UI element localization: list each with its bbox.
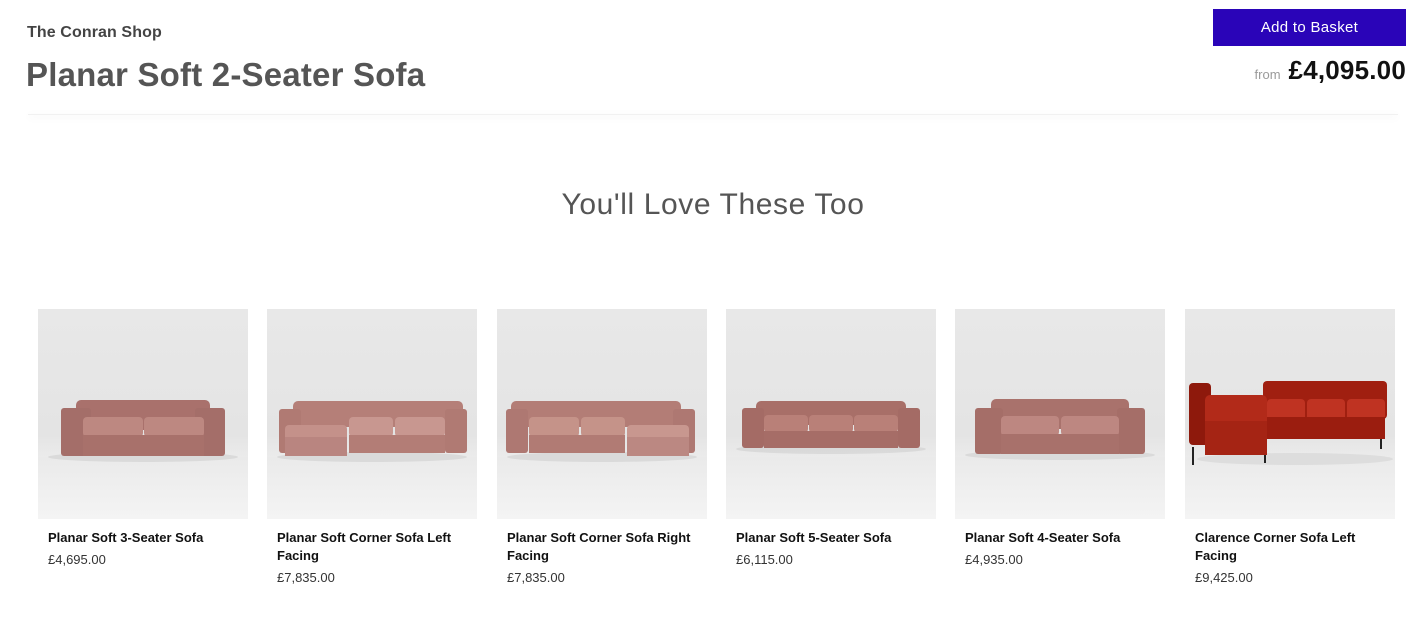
product-title: Planar Soft 2-Seater Sofa: [26, 56, 426, 93]
product-image[interactable]: [955, 309, 1165, 519]
product-price: £4,095.00: [1288, 55, 1406, 85]
product-price: £6,115.00: [736, 552, 793, 567]
product-price: £4,935.00: [965, 552, 1023, 567]
product-price: £4,695.00: [48, 552, 106, 567]
product-name[interactable]: Clarence Corner Sofa Left Facing: [1195, 529, 1385, 565]
product-name[interactable]: Planar Soft 5-Seater Sofa: [736, 529, 926, 547]
price-prefix: from: [1254, 67, 1281, 82]
product-image[interactable]: [726, 309, 936, 519]
product-card[interactable]: Planar Soft 5-Seater Sofa £6,115.00: [726, 309, 936, 569]
product-image[interactable]: [267, 309, 477, 519]
product-price: £9,425.00: [1195, 570, 1253, 585]
product-price: £7,835.00: [507, 570, 565, 585]
add-to-basket-button[interactable]: Add to Basket: [1213, 9, 1406, 46]
product-price: £7,835.00: [277, 570, 335, 585]
product-name[interactable]: Planar Soft Corner Sofa Left Facing: [277, 529, 467, 565]
product-card[interactable]: Planar Soft 3-Seater Sofa £4,695.00: [38, 309, 248, 569]
product-card[interactable]: Planar Soft 4-Seater Sofa £4,935.00: [955, 309, 1165, 569]
product-price-block: from £4,095.00: [1255, 55, 1406, 86]
product-image[interactable]: [1185, 309, 1395, 519]
product-card[interactable]: Planar Soft Corner Sofa Left Facing £7,8…: [267, 309, 477, 587]
product-image[interactable]: [38, 309, 248, 519]
product-card[interactable]: Clarence Corner Sofa Left Facing £9,425.…: [1185, 309, 1395, 587]
product-image[interactable]: [497, 309, 707, 519]
product-name[interactable]: Planar Soft 4-Seater Sofa: [965, 529, 1155, 547]
product-name[interactable]: Planar Soft 3-Seater Sofa: [48, 529, 238, 547]
product-card[interactable]: Planar Soft Corner Sofa Right Facing £7,…: [497, 309, 707, 587]
header-divider: [28, 114, 1398, 115]
recommendations-title: You'll Love These Too: [561, 188, 865, 221]
product-name[interactable]: Planar Soft Corner Sofa Right Facing: [507, 529, 697, 565]
brand-name[interactable]: The Conran Shop: [27, 24, 162, 42]
product-sticky-header: The Conran Shop Planar Soft 2-Seater Sof…: [0, 0, 1426, 115]
